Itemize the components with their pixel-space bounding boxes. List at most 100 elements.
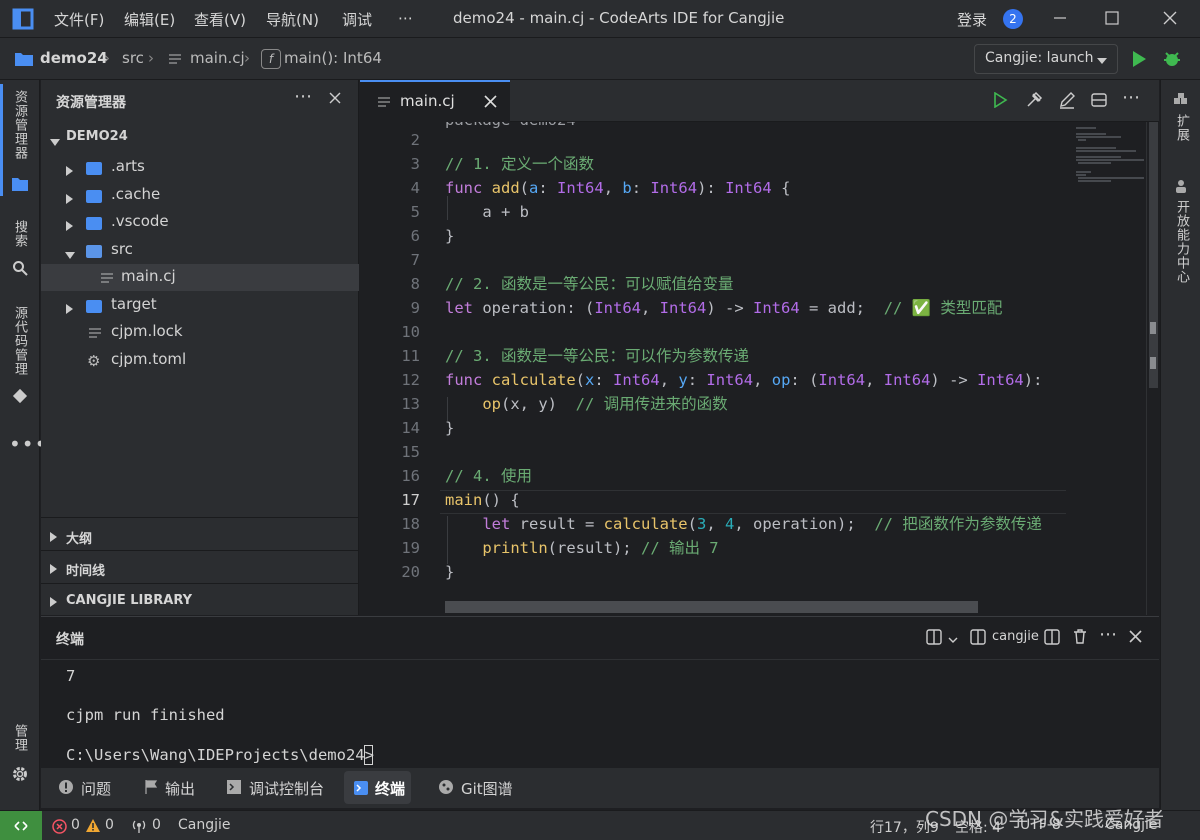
status-language[interactable]: Cangjie bbox=[178, 817, 231, 833]
debug-bug-icon[interactable] bbox=[1162, 49, 1182, 73]
terminal-prompt[interactable]: C:\Users\Wang\IDEProjects\demo24> bbox=[66, 746, 374, 764]
tab-output[interactable]: 输出 bbox=[165, 778, 195, 799]
tree-item-arts[interactable]: .arts bbox=[41, 154, 359, 181]
tree-item-cjpm-toml[interactable]: ⚙ cjpm.toml bbox=[41, 347, 359, 374]
menu-edit[interactable]: 编辑(E) bbox=[124, 9, 175, 30]
file-lines-icon bbox=[88, 326, 102, 344]
chevron-down-icon[interactable] bbox=[948, 633, 958, 649]
breadcrumb-project[interactable]: demo24 bbox=[40, 49, 108, 67]
breadcrumb-file[interactable]: main.cj bbox=[190, 49, 245, 67]
indent-guide bbox=[447, 196, 448, 220]
search-icon[interactable] bbox=[12, 260, 28, 280]
edit-pencil-icon[interactable] bbox=[1058, 91, 1076, 113]
tab-debug-console[interactable]: 调试控制台 bbox=[249, 778, 324, 799]
code-line: // 1. 定义一个函数 bbox=[445, 155, 594, 173]
divider bbox=[41, 583, 359, 584]
tree-item-main-cj[interactable]: main.cj bbox=[41, 264, 359, 291]
notification-badge[interactable]: 2 bbox=[1003, 9, 1023, 29]
more-actions-icon[interactable]: ⋯ bbox=[294, 86, 312, 107]
split-editor-icon[interactable] bbox=[1090, 91, 1108, 113]
run-icon[interactable] bbox=[1130, 50, 1148, 72]
maximize-icon[interactable] bbox=[1104, 10, 1120, 30]
error-count[interactable]: 0 bbox=[71, 817, 80, 833]
menu-view[interactable]: 查看(V) bbox=[194, 9, 246, 30]
extensions-icon[interactable] bbox=[1173, 92, 1189, 112]
split-icon[interactable] bbox=[1044, 629, 1060, 649]
broadcast-icon bbox=[131, 819, 147, 838]
line-number: 14 bbox=[401, 419, 420, 437]
section-timeline[interactable]: 时间线 bbox=[41, 552, 359, 582]
close-icon[interactable] bbox=[484, 95, 497, 112]
minimize-icon[interactable] bbox=[1052, 10, 1068, 30]
tree-item-vscode[interactable]: .vscode bbox=[41, 209, 359, 236]
line-number: 15 bbox=[401, 443, 420, 461]
run-config-select[interactable]: Cangjie: launch bbox=[974, 44, 1118, 74]
folder-icon bbox=[86, 162, 102, 175]
tab-terminal-active[interactable]: 终端 bbox=[344, 771, 411, 804]
activity-explorer[interactable]: 资源管理器 bbox=[10, 90, 29, 160]
tab-git-graph[interactable]: Git图谱 bbox=[461, 778, 513, 799]
section-cangjie-library[interactable]: CANGJIE LIBRARY bbox=[41, 585, 359, 615]
problems-icon bbox=[58, 779, 74, 799]
close-window-icon[interactable] bbox=[1162, 10, 1178, 30]
build-hammer-icon[interactable] bbox=[1025, 91, 1043, 113]
activity-scm[interactable]: 源代码管理 bbox=[10, 306, 29, 376]
section-label: CANGJIE LIBRARY bbox=[66, 593, 193, 608]
tab-main-cj[interactable]: main.cj bbox=[360, 80, 510, 122]
close-icon[interactable] bbox=[328, 91, 342, 109]
ports-count[interactable]: 0 bbox=[152, 817, 161, 833]
scroll-marker bbox=[1150, 357, 1156, 369]
tree-item-cjpm-lock[interactable]: cjpm.lock bbox=[41, 319, 359, 346]
code-line: let operation: (Int64, Int64) -> Int64 =… bbox=[445, 299, 1003, 317]
line-number: 17 bbox=[401, 491, 420, 509]
tree-item-src[interactable]: src bbox=[41, 237, 359, 264]
run-outline-icon[interactable] bbox=[992, 91, 1008, 112]
breadcrumb-folder[interactable]: src bbox=[122, 49, 144, 67]
trash-icon[interactable] bbox=[1072, 628, 1088, 649]
horizontal-scrollbar[interactable] bbox=[445, 601, 978, 613]
folder-icon bbox=[86, 190, 102, 203]
remote-button[interactable] bbox=[0, 811, 42, 840]
terminal-shell-name[interactable]: cangjie bbox=[992, 629, 1039, 644]
code-view[interactable]: package demo24 2 3 // 1. 定义一个函数 4 func add(a… bbox=[360, 122, 1066, 615]
split-terminal-icon[interactable] bbox=[926, 629, 942, 649]
vertical-scrollbar[interactable] bbox=[1146, 122, 1159, 615]
code-line: func calculate(x: Int64, y: Int64, op: (… bbox=[445, 371, 1043, 389]
tab-label: main.cj bbox=[400, 92, 455, 110]
minimap[interactable] bbox=[1066, 122, 1146, 212]
folder-icon bbox=[86, 300, 102, 313]
open-center-icon[interactable] bbox=[1173, 178, 1189, 198]
line-number: 16 bbox=[401, 467, 420, 485]
scroll-thumb[interactable] bbox=[1149, 122, 1158, 388]
menu-more[interactable]: ⋯ bbox=[398, 9, 413, 27]
menu-debug[interactable]: 调试 bbox=[342, 9, 372, 30]
close-icon[interactable] bbox=[1129, 630, 1142, 647]
tree-item-label: main.cj bbox=[121, 267, 176, 285]
activity-search[interactable]: 搜索 bbox=[10, 220, 29, 248]
tree-root[interactable]: DEMO24 bbox=[41, 124, 359, 151]
activity-manage[interactable]: 管理 bbox=[10, 724, 29, 752]
terminal-title: 终端 bbox=[56, 632, 84, 648]
menu-navigate[interactable]: 导航(N) bbox=[266, 9, 319, 30]
run-config-label: Cangjie: launch bbox=[985, 50, 1094, 66]
tree-item-target[interactable]: target bbox=[41, 292, 359, 319]
code-line: } bbox=[445, 227, 455, 245]
more-actions-icon[interactable]: ⋯ bbox=[1122, 87, 1140, 108]
warning-count[interactable]: 0 bbox=[105, 817, 114, 833]
tab-problems[interactable]: 问题 bbox=[81, 778, 111, 799]
files-icon[interactable] bbox=[11, 176, 29, 196]
line-number: 8 bbox=[410, 275, 420, 293]
open-center-label[interactable]: 开放能力中心 bbox=[1172, 200, 1191, 284]
git-icon[interactable] bbox=[12, 388, 28, 408]
tree-item-label: target bbox=[111, 295, 157, 313]
login-button[interactable]: 登录 bbox=[957, 9, 987, 30]
gear-icon[interactable] bbox=[11, 765, 29, 787]
debug-console-icon bbox=[226, 779, 242, 799]
breadcrumb-symbol[interactable]: main(): Int64 bbox=[284, 49, 382, 67]
more-actions-icon[interactable]: ⋯ bbox=[1099, 624, 1117, 645]
extensions-label[interactable]: 扩展 bbox=[1172, 114, 1191, 142]
menu-file[interactable]: 文件(F) bbox=[54, 9, 104, 30]
chevron-right-icon bbox=[66, 190, 74, 208]
section-outline[interactable]: 大纲 bbox=[41, 520, 359, 550]
tree-item-cache[interactable]: .cache bbox=[41, 182, 359, 209]
